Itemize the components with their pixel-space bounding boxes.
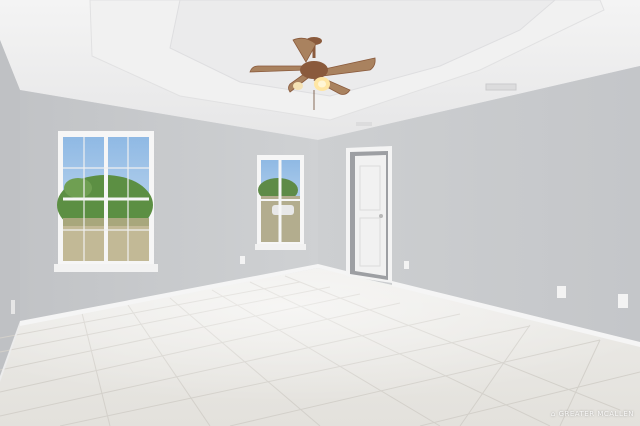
watermark: ⌂ GREATER MCALLEN [551, 410, 634, 418]
left-window [54, 131, 158, 272]
room-illustration [0, 0, 640, 426]
room-photo: ⌂ GREATER MCALLEN [0, 0, 640, 426]
air-vent [356, 122, 372, 126]
outlet [404, 261, 409, 269]
outlet [11, 300, 15, 314]
outlet [240, 256, 245, 264]
outlet [557, 286, 566, 298]
house-icon: ⌂ [550, 410, 556, 418]
middle-window [255, 155, 306, 250]
bedroom-door [346, 146, 392, 283]
left-side-wall [0, 40, 20, 380]
air-vent [485, 83, 517, 91]
watermark-text: GREATER MCALLEN [558, 410, 634, 418]
outlet [618, 294, 628, 308]
